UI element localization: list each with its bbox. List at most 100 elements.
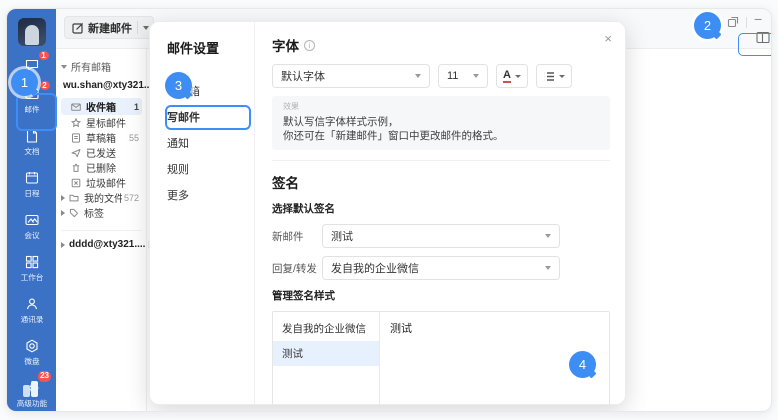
compose-icon [72,22,84,34]
annotation-step-1: 1 [11,69,38,96]
sidebar-item-label: 微盘 [24,356,39,366]
sidebar-item-label: 文档 [24,146,39,156]
sidebar-item-label: 日程 [24,188,39,198]
tag-icon [69,208,79,218]
trash-icon [71,163,81,173]
caret-right-icon [61,195,65,201]
apps-badge: 23 [38,371,51,382]
sidebar-item-label: 通讯录 [20,314,43,324]
font-family-select[interactable]: 默认字体 [272,64,430,88]
app-sidebar: 1 2 邮件 文档 日程 会议 工作台 通讯录 微盘 [7,9,56,411]
calendar-icon [24,170,40,186]
tab-notify[interactable]: 通知 [167,131,254,157]
sidebar-item-label: 会议 [24,230,39,240]
chat-unread-badge: 1 [38,50,50,61]
tab-rules[interactable]: 规则 [167,157,254,183]
mail-settings-dialog: × 邮件设置 收邮箱 写邮件 通知 规则 更多 字体 i 默认字体 11 [149,21,626,405]
signature-item-selected[interactable]: 测试 [273,341,379,366]
info-icon[interactable]: i [304,40,315,51]
contacts-icon [24,296,40,312]
reply-signature-select[interactable]: 发自我的企业微信 [322,256,560,280]
settings-content: 字体 i 默认字体 11 A [254,22,625,404]
chevron-down-icon [515,75,521,78]
workbench-icon [24,254,40,270]
chevron-down-icon [545,266,551,270]
popout-button[interactable] [727,15,739,33]
sidebar-item-contacts[interactable]: 通讯录 [11,293,53,327]
document-icon [24,128,40,144]
font-preview-box: 效果 默认写信字体样式示例， 你还可在「新建邮件」窗口中更改邮件的格式。 [272,96,610,150]
apps-icon [23,385,30,397]
new-mail-button[interactable]: 新建邮件 [64,16,154,39]
preview-line-1: 默认写信字体样式示例， [283,115,599,129]
mail-unread-badge: 2 [39,80,51,91]
font-heading: 字体 [272,35,299,55]
tab-more[interactable]: 更多 [167,183,254,209]
preview-line-2: 你还可在「新建邮件」窗口中更改邮件的格式。 [283,129,599,143]
junk-icon [71,178,81,188]
signature-manager: 发自我的企业微信 测试 测试 [272,311,610,405]
new-mail-signature-select[interactable]: 测试 [322,224,560,248]
folder-inbox[interactable]: 收件箱 1 [61,98,142,115]
folder-myfolders[interactable]: 我的文件夹 572 [61,190,142,205]
chevron-down-icon [473,74,479,78]
preview-label: 效果 [283,101,599,112]
folder-deleted[interactable]: 已删除 [61,160,142,175]
folder-starred[interactable]: 星标邮件 [61,115,142,130]
inbox-icon [71,102,81,112]
sidebar-item-drive[interactable]: 微盘 [11,335,53,369]
folder-pane: 所有邮箱 wu.shan@xty321.... 收件箱 1 星标邮件 草稿箱 5… [56,49,147,411]
list-icon [543,71,555,82]
divider [272,160,610,161]
caret-right-icon [61,210,65,216]
folder-group-all[interactable]: 所有邮箱 [61,59,142,74]
send-icon [71,148,81,158]
sidebar-item-apps[interactable]: 23 [21,379,43,397]
reply-sig-label: 回复/转发 [272,261,322,276]
folder-icon [69,193,79,203]
reading-pane-button[interactable] [756,31,770,49]
annotation-step-4: 4 [569,351,596,378]
sidebar-item-workbench[interactable]: 工作台 [11,251,53,285]
draft-icon [71,133,81,143]
folder-sent[interactable]: 已发送 [61,145,142,160]
app-window: 1 2 邮件 文档 日程 会议 工作台 通讯录 微盘 [6,8,772,412]
signature-list: 发自我的企业微信 测试 [273,312,380,405]
dialog-title: 邮件设置 [167,38,254,57]
font-size-select[interactable]: 11 [438,64,488,88]
account-primary[interactable]: wu.shan@xty321.... [63,80,142,91]
caret-down-icon [61,65,67,69]
caret-right-icon [61,242,65,248]
meeting-icon [24,212,40,228]
sidebar-item-label: 工作台 [20,272,43,282]
sidebar-item-label: 邮件 [24,104,39,114]
popout-icon [727,16,739,28]
folder-tags[interactable]: 标签 [61,205,142,220]
chevron-down-icon [415,74,421,78]
tab-compose[interactable]: 写邮件 [167,105,254,131]
signature-item[interactable]: 发自我的企业微信 [273,316,379,341]
avatar[interactable] [18,18,46,46]
sidebar-item-label: 高级功能 [16,398,46,408]
layout-icon [756,31,770,44]
folder-drafts[interactable]: 草稿箱 55 [61,130,142,145]
chevron-down-icon [559,75,565,78]
star-icon [71,118,81,128]
sidebar-item-meeting[interactable]: 会议 [11,209,53,243]
new-mail-label: 新建邮件 [88,20,132,36]
account-secondary[interactable]: dddd@xty321.... 135 [61,230,142,250]
sidebar-item-docs[interactable]: 文档 [11,125,53,159]
chevron-down-icon [545,234,551,238]
list-style-button[interactable] [536,64,572,88]
font-color-button[interactable]: A [496,64,528,88]
folder-count: 1 [134,102,139,112]
annotation-step-3: 3 [165,72,192,99]
signature-heading: 签名 [272,172,605,192]
folder-junk[interactable]: 垃圾邮件 [61,175,142,190]
annotation-step-2: 2 [694,12,721,39]
manage-signature-heading: 管理签名样式 [272,288,605,303]
new-mail-sig-label: 新邮件 [272,229,322,244]
minimize-button[interactable]: − [754,11,762,27]
sidebar-item-calendar[interactable]: 日程 [11,167,53,201]
drive-icon [24,338,40,354]
